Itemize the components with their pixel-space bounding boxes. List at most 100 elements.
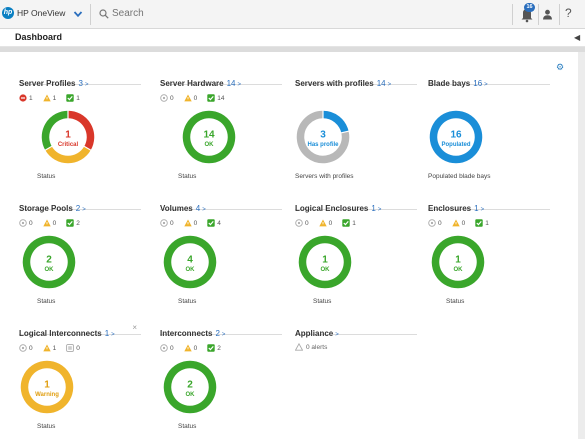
warning-status-icon bbox=[42, 219, 51, 227]
status-count-unknown[interactable]: 0 bbox=[295, 219, 309, 227]
app-name[interactable]: HP OneView bbox=[17, 8, 65, 18]
status-donut-chart[interactable]: 1OK bbox=[430, 234, 486, 290]
appliance-alerts[interactable]: 0 alerts bbox=[295, 343, 327, 351]
panel-title[interactable]: Enclosures bbox=[428, 204, 471, 213]
help-icon[interactable]: ? bbox=[565, 6, 572, 20]
panel-header: Storage Pools 2 > bbox=[19, 198, 141, 213]
status-count-value: 0 bbox=[438, 219, 442, 227]
search-input[interactable] bbox=[112, 8, 412, 19]
gear-icon[interactable]: ⚙ bbox=[556, 62, 564, 73]
status-counts: 0 0 14 bbox=[160, 93, 224, 103]
panel-count-link[interactable]: 3 bbox=[78, 79, 82, 88]
panel-link-arrow-icon[interactable]: > bbox=[388, 82, 392, 88]
status-donut-chart[interactable]: 14OK bbox=[181, 109, 237, 165]
panel-count-link[interactable]: 14 bbox=[227, 79, 236, 88]
disabled-status-icon bbox=[66, 344, 75, 352]
status-count-unknown[interactable]: 0 bbox=[160, 94, 174, 102]
unknown-status-icon bbox=[160, 219, 168, 227]
panel-count-link[interactable]: 16 bbox=[473, 79, 482, 88]
donut-segment bbox=[45, 146, 91, 164]
status-donut-chart[interactable]: 4OK bbox=[162, 234, 218, 290]
status-count-unknown[interactable]: 0 bbox=[19, 344, 33, 352]
dashboard-panel-appliance: Appliance >0 alerts bbox=[295, 323, 417, 445]
status-donut-chart[interactable]: 3Has profile bbox=[295, 109, 351, 165]
panel-title[interactable]: Interconnects bbox=[160, 329, 212, 338]
status-count-value: 0 bbox=[29, 219, 33, 227]
status-donut-chart[interactable]: 2OK bbox=[21, 234, 77, 290]
donut-label: OK bbox=[45, 267, 55, 273]
status-count-unknown[interactable]: 0 bbox=[160, 344, 174, 352]
panel-link-arrow-icon[interactable]: > bbox=[378, 207, 382, 213]
panel-link-arrow-icon[interactable]: > bbox=[238, 82, 242, 88]
status-count-warning[interactable]: 0 bbox=[183, 344, 197, 352]
panel-count-link[interactable]: 1 bbox=[105, 329, 109, 338]
search-icon bbox=[99, 9, 109, 19]
panel-footer-label: Status bbox=[37, 298, 56, 305]
donut-value: 14 bbox=[203, 130, 215, 141]
status-count-unknown[interactable]: 0 bbox=[19, 219, 33, 227]
status-donut-chart[interactable]: 1OK bbox=[297, 234, 353, 290]
status-count-ok[interactable]: 2 bbox=[207, 344, 221, 352]
status-count-value: 0 bbox=[193, 219, 198, 227]
status-count-disabled[interactable]: 0 bbox=[66, 344, 80, 352]
status-donut-chart[interactable]: 1Critical bbox=[40, 109, 96, 165]
panel-count-link[interactable]: 1 bbox=[371, 204, 375, 213]
status-count-warning[interactable]: 0 bbox=[183, 219, 198, 227]
panel-count-link[interactable]: 4 bbox=[196, 204, 200, 213]
panel-link-arrow-icon[interactable]: > bbox=[82, 207, 86, 213]
status-donut-chart[interactable]: 2OK bbox=[162, 359, 218, 415]
panel-link-arrow-icon[interactable]: > bbox=[111, 332, 115, 338]
panel-link-arrow-icon[interactable]: > bbox=[202, 207, 206, 213]
panel-count-link[interactable]: 1 bbox=[474, 204, 478, 213]
dashboard-panel-blade-bays: Blade bays 16 >16 Populated Populated blade … bbox=[428, 73, 550, 195]
status-count-ok[interactable]: 4 bbox=[207, 219, 221, 227]
panel-title[interactable]: Appliance bbox=[295, 329, 333, 338]
panel-link-arrow-icon[interactable]: > bbox=[481, 207, 485, 213]
panel-link-arrow-icon[interactable]: > bbox=[222, 332, 226, 338]
status-count-warning[interactable]: 0 bbox=[183, 94, 197, 102]
status-count-ok[interactable]: 14 bbox=[207, 94, 224, 102]
status-count-critical[interactable]: 1 bbox=[19, 94, 33, 102]
status-count-ok[interactable]: 1 bbox=[475, 219, 489, 227]
chevron-down-icon[interactable] bbox=[73, 9, 83, 19]
status-count-warning[interactable]: 0 bbox=[451, 219, 465, 227]
panel-count-link[interactable]: 2 bbox=[76, 204, 80, 213]
panel-title[interactable]: Logical Enclosures bbox=[295, 204, 368, 213]
panel-title[interactable]: Server Profiles bbox=[19, 79, 75, 88]
status-count-warning[interactable]: 0 bbox=[318, 219, 332, 227]
panel-link-arrow-icon[interactable]: > bbox=[484, 82, 488, 88]
status-count-unknown[interactable]: 0 bbox=[160, 219, 174, 227]
collapse-panel-icon[interactable]: ◀ bbox=[574, 33, 580, 42]
panel-header: Server Hardware 14 > bbox=[160, 73, 282, 88]
panel-title[interactable]: Logical Interconnects bbox=[19, 329, 102, 338]
status-donut-chart[interactable]: 16Populated bbox=[428, 109, 484, 165]
status-count-unknown[interactable]: 0 bbox=[428, 219, 442, 227]
status-count-ok[interactable]: 1 bbox=[66, 94, 80, 102]
status-count-ok[interactable]: 1 bbox=[342, 219, 356, 227]
panel-title[interactable]: Blade bays bbox=[428, 79, 470, 88]
status-count-warning[interactable]: 1 bbox=[42, 94, 56, 102]
panel-footer-label: Status bbox=[178, 298, 197, 305]
status-donut-chart[interactable]: 1Warning bbox=[19, 359, 75, 415]
hp-logo-icon[interactable]: hp bbox=[2, 7, 14, 19]
panel-title[interactable]: Servers with profiles bbox=[295, 79, 374, 88]
status-count-warning[interactable]: 1 bbox=[42, 344, 56, 352]
status-count-ok[interactable]: 2 bbox=[66, 219, 80, 227]
panel-title[interactable]: Volumes bbox=[160, 204, 193, 213]
alert-icon bbox=[295, 343, 303, 351]
user-icon[interactable] bbox=[542, 9, 553, 20]
donut-value: 2 bbox=[46, 255, 52, 266]
panel-count-link[interactable]: 2 bbox=[215, 329, 219, 338]
status-count-value: 0 bbox=[170, 94, 174, 102]
panel-link-arrow-icon[interactable]: > bbox=[85, 82, 89, 88]
close-panel-icon[interactable]: × bbox=[132, 323, 137, 332]
panel-title[interactable]: Server Hardware bbox=[160, 79, 224, 88]
panel-title[interactable]: Storage Pools bbox=[19, 204, 73, 213]
panel-link-arrow-icon[interactable]: > bbox=[335, 332, 339, 338]
ok-status-icon bbox=[207, 94, 215, 102]
scrollbar[interactable] bbox=[578, 52, 585, 439]
status-count-warning[interactable]: 0 bbox=[42, 219, 56, 227]
dashboard-panel-server-profiles: Server Profiles 3 >1 1 1 1 Critical Status bbox=[19, 73, 141, 195]
panel-header: Server Profiles 3 > bbox=[19, 73, 141, 88]
panel-count-link[interactable]: 14 bbox=[377, 79, 386, 88]
